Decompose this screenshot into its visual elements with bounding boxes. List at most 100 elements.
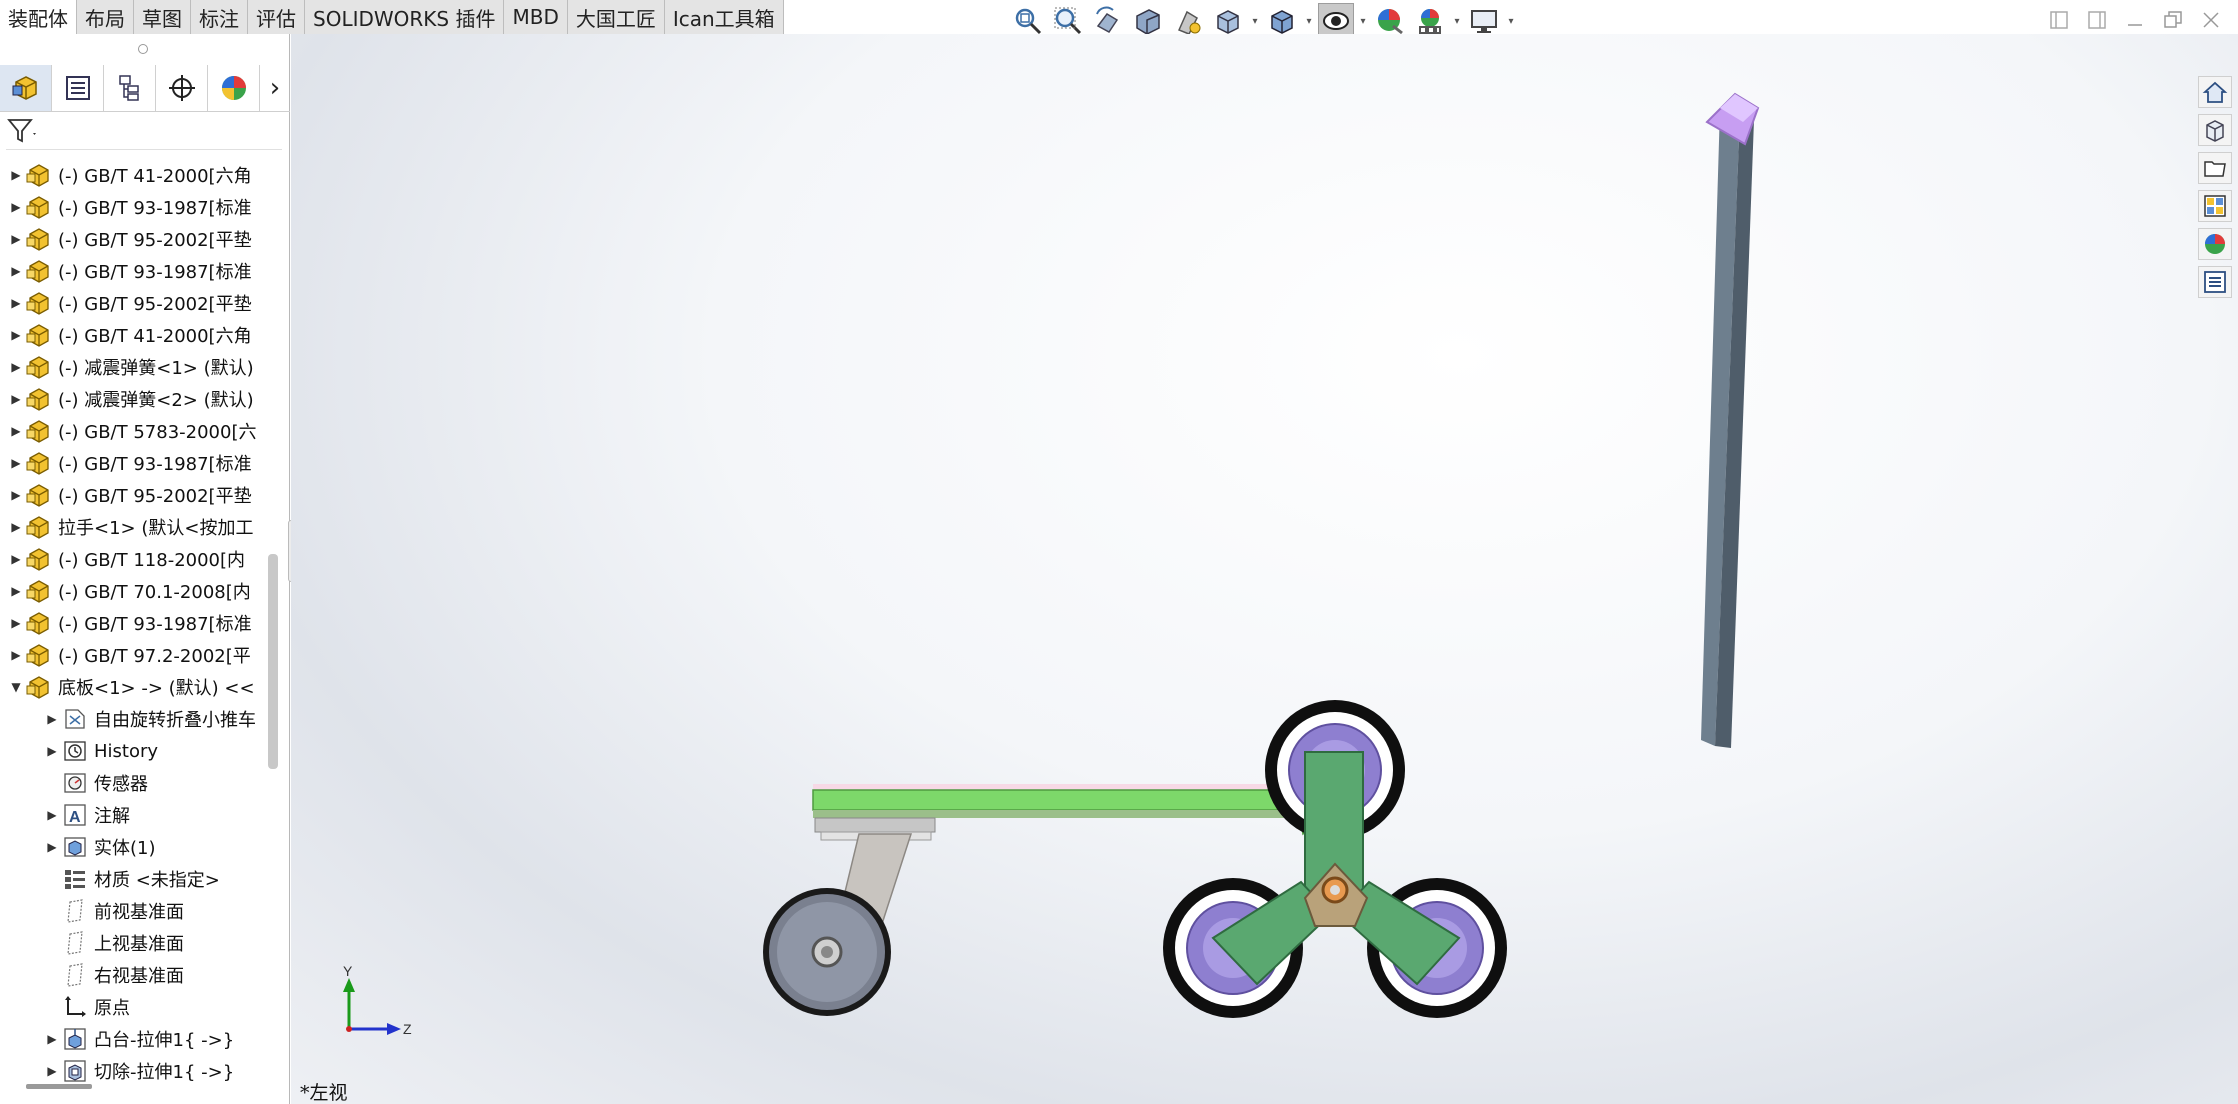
- tree-item[interactable]: ▶ 切除-拉伸1{ ->}: [0, 1055, 268, 1087]
- origin-icon: [60, 992, 90, 1022]
- tree-item[interactable]: ▶ (-) GB/T 41-2000[六角: [0, 159, 268, 191]
- featuremanager-tab-icon[interactable]: [0, 64, 52, 111]
- command-tab[interactable]: SOLIDWORKS 插件: [305, 0, 505, 34]
- tree-item[interactable]: ▼ 底板<1> -> (默认) <<: [0, 671, 268, 703]
- tree-item[interactable]: 右视基准面: [0, 959, 268, 991]
- panel-more-chevron-icon[interactable]: ›: [260, 65, 290, 111]
- expand-arrow-icon[interactable]: ▶: [8, 319, 24, 351]
- tree-item[interactable]: ▶ (-) GB/T 95-2002[平垫: [0, 479, 268, 511]
- tree-item[interactable]: 材质 <未指定>: [0, 863, 268, 895]
- expand-arrow-icon[interactable]: ▶: [8, 543, 24, 575]
- command-tab[interactable]: 草图: [134, 0, 191, 34]
- close-icon[interactable]: [2196, 5, 2226, 35]
- expand-arrow-icon[interactable]: ▶: [8, 607, 24, 639]
- expand-arrow-icon[interactable]: ▶: [8, 191, 24, 223]
- minimize-icon[interactable]: [2120, 5, 2150, 35]
- tree-item[interactable]: ▶ (-) GB/T 93-1987[标准: [0, 607, 268, 639]
- dimxpert-tab-icon[interactable]: [156, 64, 208, 111]
- expand-arrow-icon[interactable]: ▶: [8, 255, 24, 287]
- tree-horizontal-scrollbar[interactable]: [26, 1084, 92, 1089]
- tree-item[interactable]: ▶ (-) GB/T 95-2002[平垫: [0, 287, 268, 319]
- restore-icon[interactable]: [2158, 5, 2188, 35]
- solidworks-resources-icon[interactable]: [2198, 76, 2232, 108]
- command-tab[interactable]: Ican工具箱: [664, 0, 784, 34]
- tree-item-label: (-) GB/T 41-2000[六角: [58, 326, 252, 347]
- part-icon: [24, 288, 54, 318]
- tree-item[interactable]: ▶ 实体(1): [0, 831, 268, 863]
- tree-item-label: (-) GB/T 95-2002[平垫: [58, 486, 252, 507]
- custom-properties-icon[interactable]: [2198, 266, 2232, 298]
- expand-arrow-icon[interactable]: ▶: [8, 575, 24, 607]
- expand-arrow-icon[interactable]: ▶: [44, 1055, 60, 1087]
- tree-scrollbar[interactable]: [268, 554, 278, 769]
- tree-item[interactable]: ▶ (-) GB/T 95-2002[平垫: [0, 223, 268, 255]
- expand-arrow-icon[interactable]: ▶: [8, 415, 24, 447]
- expand-arrow-icon[interactable]: ▶: [8, 383, 24, 415]
- expand-arrow-icon[interactable]: ▶: [8, 639, 24, 671]
- part-icon: [24, 512, 54, 542]
- tree-item[interactable]: ▶ (-) GB/T 97.2-2002[平: [0, 639, 268, 671]
- view-palette-icon[interactable]: [2198, 190, 2232, 222]
- expand-arrow-icon[interactable]: ▶: [8, 223, 24, 255]
- command-tab[interactable]: 布局: [77, 0, 134, 34]
- command-tab[interactable]: MBD: [504, 0, 568, 34]
- tree-item[interactable]: 上视基准面: [0, 927, 268, 959]
- tree-item[interactable]: ▶ (-) GB/T 93-1987[标准: [0, 447, 268, 479]
- tree-item[interactable]: ▶ (-) GB/T 70.1-2008[内: [0, 575, 268, 607]
- graphics-viewport[interactable]: Y Z: [291, 34, 2238, 1104]
- tree-item-label: (-) GB/T 95-2002[平垫: [58, 230, 252, 251]
- tree-item[interactable]: ▶ (-) GB/T 41-2000[六角: [0, 319, 268, 351]
- command-tab[interactable]: 标注: [191, 0, 248, 34]
- panel-grip-icon[interactable]: [138, 44, 148, 54]
- file-explorer-icon[interactable]: [2198, 152, 2232, 184]
- expand-arrow-icon[interactable]: ▶: [44, 735, 60, 767]
- tree-item[interactable]: ▶ 自由旋转折叠小推车: [0, 703, 268, 735]
- command-tab[interactable]: 评估: [248, 0, 305, 34]
- design-library-icon[interactable]: [2198, 114, 2232, 146]
- tree-item[interactable]: ▶ (-) GB/T 5783-2000[六: [0, 415, 268, 447]
- expand-arrow-icon[interactable]: ▶: [8, 479, 24, 511]
- feature-manager-panel: › ▶ (-) GB/T 41-2000[六角 ▶ (-) GB/T 93-1987[…: [0, 34, 290, 1104]
- expand-arrow-icon[interactable]: ▶: [8, 447, 24, 479]
- expand-arrow-icon[interactable]: ▶: [8, 287, 24, 319]
- tree-item[interactable]: 前视基准面: [0, 895, 268, 927]
- tree-item[interactable]: ▶ (-) GB/T 93-1987[标准: [0, 255, 268, 287]
- tree-item[interactable]: ▶ (-) GB/T 93-1987[标准: [0, 191, 268, 223]
- tree-item[interactable]: ▶ 凸台-拉伸1{ ->}: [0, 1023, 268, 1055]
- tree-item[interactable]: ▶ (-) GB/T 118-2000[内: [0, 543, 268, 575]
- expand-arrow-icon[interactable]: ▶: [44, 703, 60, 735]
- expand-arrow-icon[interactable]: ▶: [8, 351, 24, 383]
- command-tab[interactable]: 装配体: [0, 0, 77, 34]
- panel-tab-strip: ›: [0, 64, 290, 112]
- appearances-icon[interactable]: [2198, 228, 2232, 260]
- caster-wheel[interactable]: [763, 833, 913, 1016]
- expand-arrow-icon[interactable]: ▶: [8, 159, 24, 191]
- expand-arrow-icon[interactable]: ▶: [44, 831, 60, 863]
- tree-item[interactable]: ▶ History: [0, 735, 268, 767]
- configurationmanager-tab-icon[interactable]: [104, 64, 156, 111]
- stair-climbing-cart-model[interactable]: Y Z: [291, 34, 2238, 1104]
- expand-arrow-icon[interactable]: ▶: [44, 1023, 60, 1055]
- tree-item[interactable]: ▶ 拉手<1> (默认<按加工: [0, 511, 268, 543]
- dock-right-icon[interactable]: [2082, 5, 2112, 35]
- tree-item[interactable]: ▶ A 注解: [0, 799, 268, 831]
- displaymanager-tab-icon[interactable]: [208, 64, 260, 111]
- tree-item[interactable]: ▶ (-) 减震弹簧<2> (默认): [0, 383, 268, 415]
- expand-arrow-icon[interactable]: ▶: [44, 799, 60, 831]
- tree-item[interactable]: ▶ (-) 减震弹簧<1> (默认): [0, 351, 268, 383]
- propertymanager-tab-icon[interactable]: [52, 64, 104, 111]
- view-orientation-label: *左视: [300, 1082, 348, 1104]
- collapse-arrow-icon[interactable]: ▼: [8, 671, 24, 703]
- tree-item[interactable]: 传感器: [0, 767, 268, 799]
- tri-star-wheel-assembly[interactable]: [1163, 700, 1507, 1018]
- material-icon: [60, 864, 90, 894]
- dock-left-icon[interactable]: [2044, 5, 2074, 35]
- filter-icon[interactable]: [6, 117, 38, 149]
- expand-arrow-icon[interactable]: ▶: [8, 511, 24, 543]
- base-plate[interactable]: [812, 749, 1342, 841]
- tree-item[interactable]: 原点: [0, 991, 268, 1023]
- handle-pole[interactable]: [1701, 108, 1754, 748]
- tree-item-label: 材质 <未指定>: [94, 870, 220, 891]
- command-tab[interactable]: 大国工匠: [567, 0, 665, 34]
